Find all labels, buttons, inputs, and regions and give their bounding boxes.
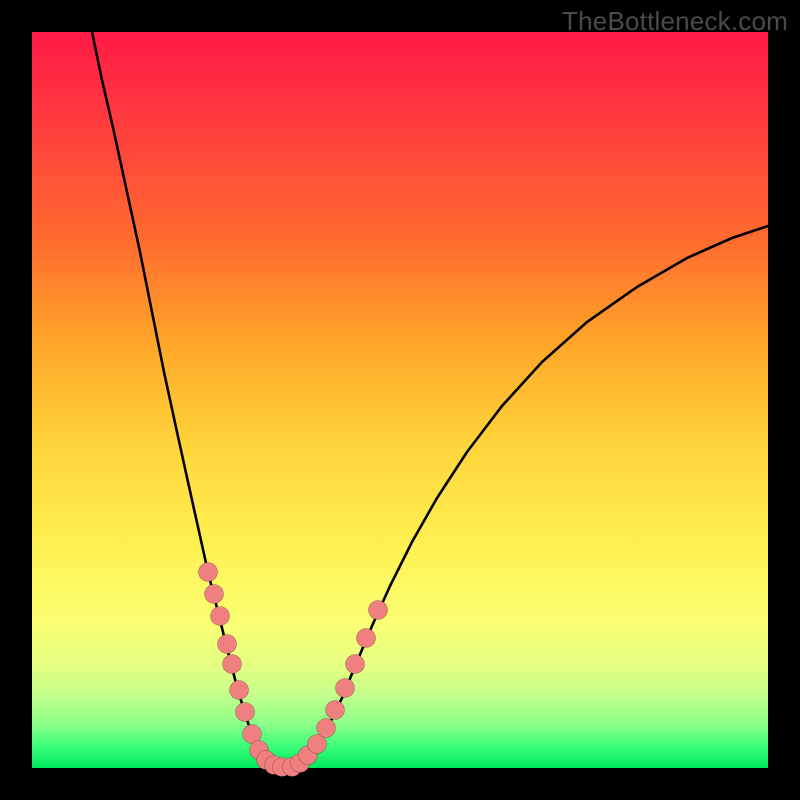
data-marker: [205, 585, 224, 604]
chart-svg: [32, 32, 768, 768]
data-marker: [317, 719, 336, 738]
data-marker: [230, 681, 249, 700]
data-marker: [223, 655, 242, 674]
data-marker: [346, 655, 365, 674]
data-marker: [218, 635, 237, 654]
data-marker: [236, 703, 255, 722]
data-marker: [211, 607, 230, 626]
data-marker: [336, 679, 355, 698]
chart-frame: TheBottleneck.com: [0, 0, 800, 800]
data-marker: [199, 563, 218, 582]
plot-area: [32, 32, 768, 768]
data-marker: [369, 601, 388, 620]
bottleneck-curve: [92, 32, 768, 767]
data-marker: [357, 629, 376, 648]
markers-left: [199, 563, 292, 777]
data-marker: [326, 701, 345, 720]
watermark-text: TheBottleneck.com: [562, 6, 788, 37]
